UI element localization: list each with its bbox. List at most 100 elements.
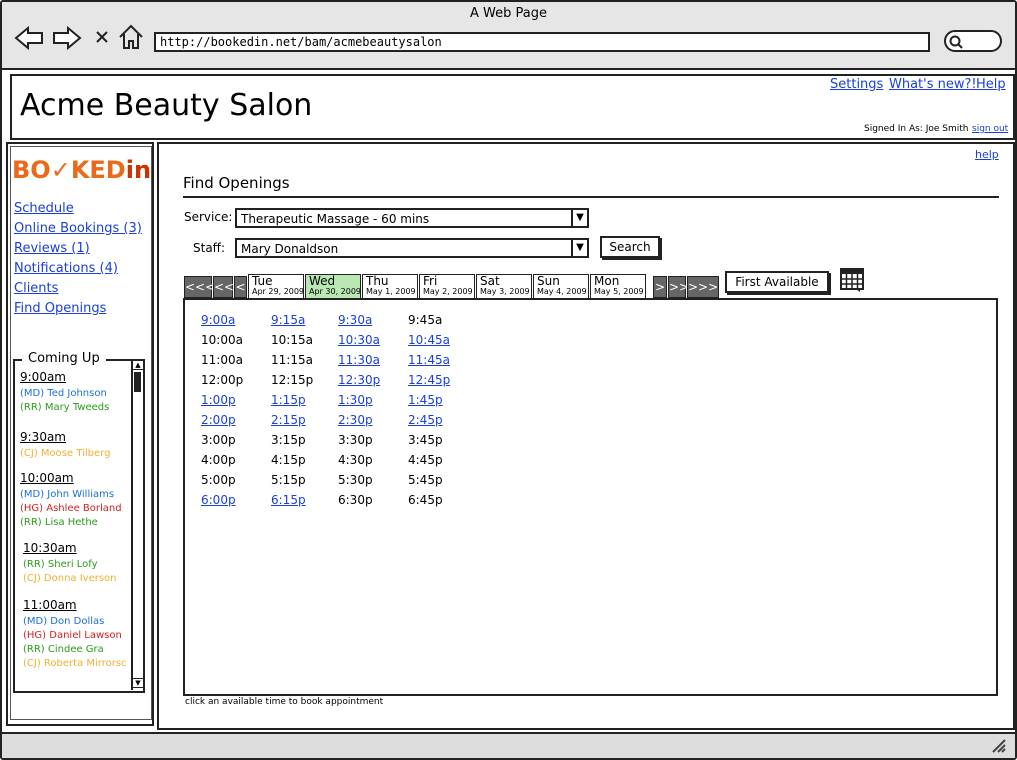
coming-appointment[interactable]: (CJ) Moose Tilberg: [20, 448, 131, 459]
day-tab-date: May 2, 2009: [423, 287, 473, 296]
close-icon[interactable]: [94, 29, 110, 45]
available-time-link[interactable]: 1:15p: [271, 393, 306, 407]
search-icon: [949, 35, 963, 49]
coming-slot-time: 11:00am: [23, 598, 77, 612]
section-title: Find Openings: [183, 174, 290, 192]
scroll-up-button[interactable]: ▲: [132, 360, 144, 370]
sidebar-item-reviews[interactable]: Reviews (1): [14, 241, 90, 256]
day-tab-day: Sat: [480, 274, 500, 288]
url-input[interactable]: http://bookedin.net/bam/acmebeautysalon: [154, 32, 930, 52]
unavailable-time: 5:30p: [338, 473, 373, 487]
day-tab-sat[interactable]: Sat May 3, 2009: [476, 274, 532, 298]
coming-appointment[interactable]: (MD) Don Dollas: [23, 616, 131, 627]
forward-icon[interactable]: [52, 26, 82, 50]
available-time-link[interactable]: 11:30a: [338, 353, 380, 367]
service-select[interactable]: Therapeutic Massage - 60 mins ▼: [235, 208, 589, 228]
coming-appointment[interactable]: (HG) Daniel Lawson: [23, 630, 131, 641]
nav-forward-day[interactable]: >: [653, 276, 667, 298]
nav-back-few[interactable]: <<: [213, 276, 234, 298]
service-label: Service:: [184, 210, 233, 224]
unavailable-time: 9:45a: [408, 313, 443, 327]
day-tab-sun[interactable]: Sun May 4, 2009: [533, 274, 589, 298]
day-tab-date: May 1, 2009: [366, 287, 416, 296]
available-time-link[interactable]: 6:15p: [271, 493, 306, 507]
coming-appointment[interactable]: (CJ) Roberta Mirrorsc: [23, 658, 131, 669]
unavailable-time: 11:15a: [271, 353, 313, 367]
staff-value: Mary Donaldson: [241, 242, 339, 256]
available-time-link[interactable]: 9:00a: [201, 313, 235, 327]
nav-forward-few[interactable]: >>: [668, 276, 689, 298]
first-available-button[interactable]: First Available: [725, 271, 829, 293]
sidebar-item-online-bookings[interactable]: Online Bookings (3): [14, 221, 142, 236]
sidebar-item-notifications[interactable]: Notifications (4): [14, 261, 118, 276]
unavailable-time: 10:15a: [271, 333, 313, 347]
coming-appointment[interactable]: (MD) Ted Johnson: [20, 388, 131, 399]
day-tab-wed[interactable]: Wed Apr 30, 2009: [305, 274, 361, 298]
whats-new-link[interactable]: What's new?!: [889, 77, 977, 92]
coming-slot-time: 10:30am: [23, 541, 77, 555]
sign-out-link[interactable]: sign out: [972, 124, 1008, 134]
coming-up-title: Coming Up: [22, 351, 106, 366]
available-time-link[interactable]: 6:00p: [201, 493, 236, 507]
day-tab-day: Tue: [252, 274, 273, 288]
sidebar-item-clients[interactable]: Clients: [14, 281, 58, 296]
available-time-link[interactable]: 11:45a: [408, 353, 450, 367]
back-icon[interactable]: [14, 26, 44, 50]
day-tab-date: Apr 30, 2009: [309, 287, 362, 296]
available-time-link[interactable]: 2:00p: [201, 413, 236, 427]
day-tab-mon[interactable]: Mon May 5, 2009: [590, 274, 646, 298]
bookedin-logo: BO✓KEDin: [12, 156, 151, 184]
coming-appointment[interactable]: (RR) Lisa Hethe: [20, 517, 131, 528]
unavailable-time: 10:00a: [201, 333, 243, 347]
unavailable-time: 5:15p: [271, 473, 306, 487]
settings-link[interactable]: Settings: [830, 77, 883, 92]
logo-text-2: KED: [70, 156, 126, 184]
nav-forward-week[interactable]: >>>: [687, 276, 719, 298]
sidebar-item-find-openings[interactable]: Find Openings: [14, 301, 106, 316]
unavailable-time: 4:30p: [338, 453, 373, 467]
staff-select[interactable]: Mary Donaldson ▼: [235, 238, 589, 258]
footnote: click an available time to book appointm…: [185, 697, 384, 707]
help-top-link[interactable]: Help: [976, 77, 1006, 92]
nav-back-day[interactable]: <: [234, 276, 247, 298]
available-time-link[interactable]: 1:45p: [408, 393, 443, 407]
search-button[interactable]: Search: [600, 236, 660, 258]
day-tab-day: Mon: [594, 274, 620, 288]
available-time-link[interactable]: 1:00p: [201, 393, 236, 407]
available-time-link[interactable]: 12:45p: [408, 373, 450, 387]
day-tab-tue[interactable]: Tue Apr 29, 2009: [248, 274, 304, 298]
resize-grip-icon[interactable]: [991, 738, 1007, 754]
available-time-link[interactable]: 2:30p: [338, 413, 373, 427]
available-time-link[interactable]: 12:30p: [338, 373, 380, 387]
logo-text-1: BO: [12, 156, 51, 184]
status-bar: [2, 732, 1015, 758]
available-time-link[interactable]: 10:45a: [408, 333, 450, 347]
available-time-link[interactable]: 2:45p: [408, 413, 443, 427]
available-time-link[interactable]: 2:15p: [271, 413, 306, 427]
coming-appointment[interactable]: (RR) Cindee Gra: [23, 644, 131, 655]
nav-back-week[interactable]: <<<: [184, 276, 215, 298]
coming-appointment[interactable]: (RR) Mary Tweeds: [20, 402, 131, 413]
available-time-link[interactable]: 9:30a: [338, 313, 372, 327]
available-time-link[interactable]: 10:30a: [338, 333, 380, 347]
help-link[interactable]: help: [975, 148, 999, 161]
available-time-link[interactable]: 1:30p: [338, 393, 373, 407]
coming-up-scrollbar[interactable]: [131, 360, 145, 690]
coming-appointment[interactable]: (CJ) Donna Iverson: [23, 573, 131, 584]
day-tab-fri[interactable]: Fri May 2, 2009: [419, 274, 475, 298]
coming-appointment[interactable]: (MD) John Williams: [20, 489, 131, 500]
browser-search-field[interactable]: [944, 30, 1002, 52]
logo-text-3: in: [125, 156, 152, 184]
unavailable-time: 11:00a: [201, 353, 243, 367]
home-icon[interactable]: [118, 24, 144, 50]
scroll-down-button[interactable]: ▼: [132, 678, 144, 688]
calendar-icon[interactable]: [840, 268, 864, 292]
unavailable-time: 3:15p: [271, 433, 306, 447]
scroll-thumb[interactable]: [134, 372, 141, 392]
coming-appointment[interactable]: (HG) Ashlee Borland: [20, 503, 131, 514]
available-time-link[interactable]: 9:15a: [271, 313, 305, 327]
day-tab-thu[interactable]: Thu May 1, 2009: [362, 274, 418, 298]
coming-appointment[interactable]: (RR) Sheri Lofy: [23, 559, 131, 570]
sidebar-item-schedule[interactable]: Schedule: [14, 201, 74, 216]
day-tab-day: Thu: [366, 274, 389, 288]
